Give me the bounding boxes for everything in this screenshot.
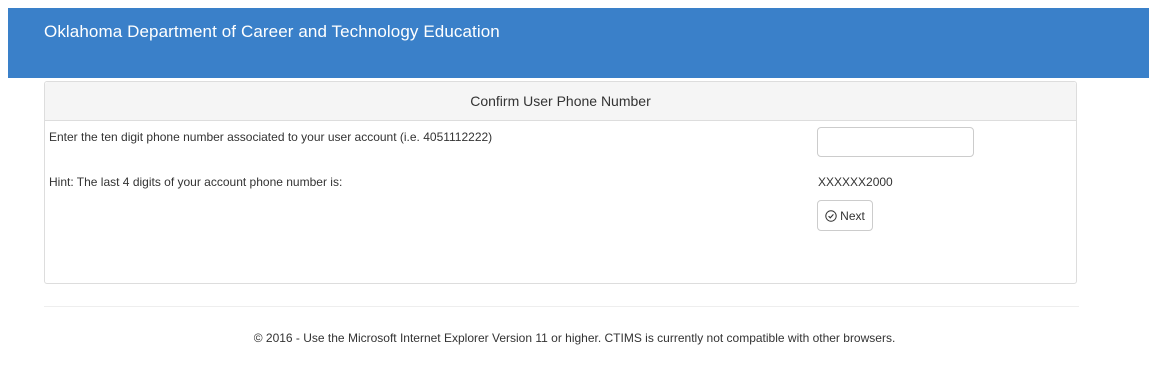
confirm-phone-panel: Confirm User Phone Number Enter the ten … bbox=[44, 81, 1077, 284]
site-header: Oklahoma Department of Career and Techno… bbox=[8, 8, 1149, 78]
site-title: Oklahoma Department of Career and Techno… bbox=[44, 22, 500, 41]
footer-divider bbox=[44, 306, 1079, 307]
check-circle-icon bbox=[825, 209, 837, 222]
next-button[interactable]: Next bbox=[817, 200, 873, 231]
phone-number-input[interactable] bbox=[817, 127, 974, 157]
footer-text: © 2016 - Use the Microsoft Internet Expl… bbox=[253, 331, 896, 345]
phone-number-label: Enter the ten digit phone number associa… bbox=[49, 130, 493, 144]
top-strip bbox=[0, 0, 1149, 8]
panel-heading: Confirm User Phone Number bbox=[45, 82, 1076, 121]
next-button-label: Next bbox=[840, 208, 865, 223]
hint-value: XXXXXX2000 bbox=[818, 175, 893, 189]
hint-label: Hint: The last 4 digits of your account … bbox=[49, 175, 343, 189]
